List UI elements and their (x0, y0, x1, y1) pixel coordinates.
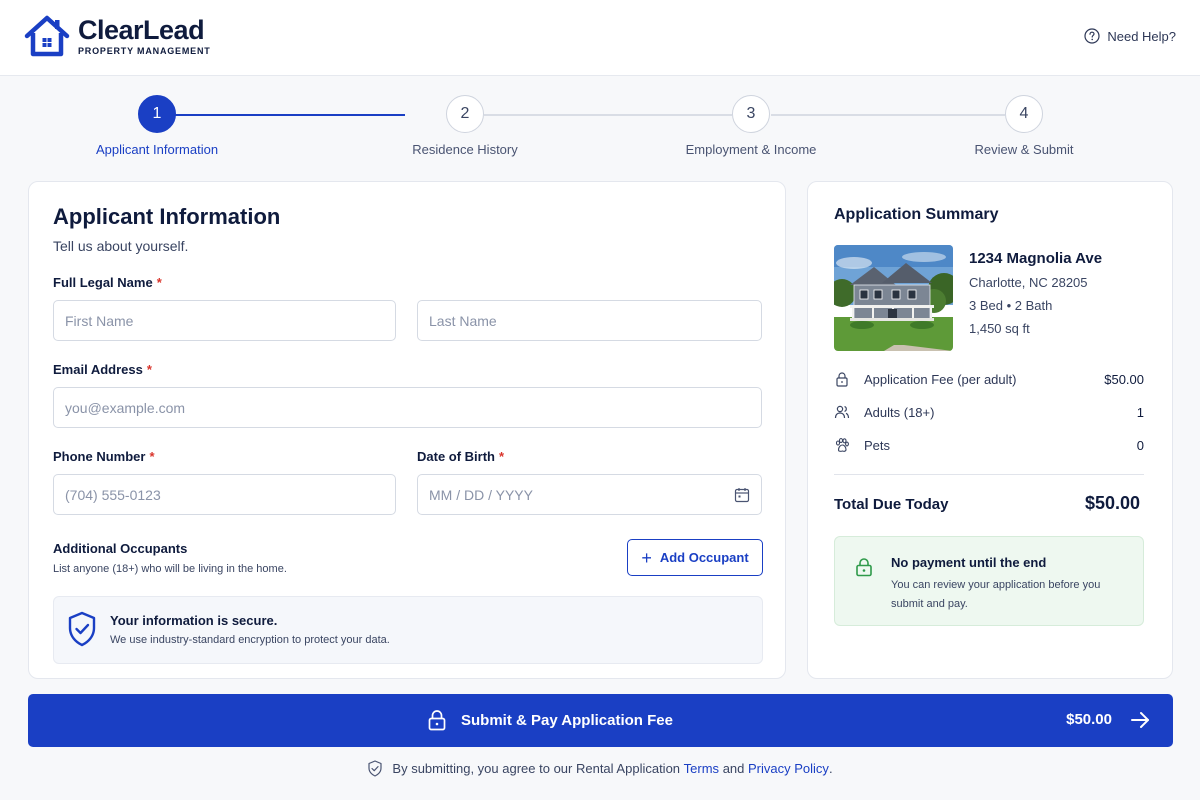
top-header: ClearLead PROPERTY MANAGEMENT Need Help? (0, 0, 1200, 76)
plus-icon: + (641, 547, 652, 568)
arrow-right-icon (1131, 712, 1149, 728)
terms-link[interactable]: Terms (684, 761, 719, 776)
dob-label: Date of Birth * (417, 449, 504, 464)
submit-pay-button[interactable]: Submit & Pay Application Fee $50.00 (28, 694, 1173, 747)
people-icon (834, 405, 850, 419)
form-subtitle: Tell us about yourself. (53, 238, 189, 254)
terms-and: and (722, 761, 745, 776)
terms-suffix: . (828, 761, 833, 776)
property-address: 1234 Magnolia Ave (969, 250, 1103, 267)
property-city: Charlotte, NC 28205 (969, 275, 1088, 290)
required-mark: * (156, 275, 162, 290)
step-number: 3 (732, 95, 770, 133)
lock-open-icon (856, 558, 872, 577)
no-payment-notice: No payment until the end You can review … (834, 536, 1144, 626)
summary-row-pets: Pets 0 (834, 435, 1144, 455)
submit-amount: $50.00 (1066, 711, 1112, 728)
step-number: 4 (1005, 95, 1043, 133)
shield-check-icon (368, 760, 383, 777)
step-employment-income[interactable]: 3 Employment & Income (651, 95, 851, 157)
security-subtitle: We use industry-standard encryption to p… (110, 634, 390, 646)
brand-subtitle: PROPERTY MANAGEMENT (78, 46, 211, 56)
step-review-submit[interactable]: 4 Review & Submit (924, 95, 1124, 157)
step-residence-history[interactable]: 2 Residence History (365, 95, 565, 157)
summary-row-label: Application Fee (per adult) (864, 371, 1017, 387)
property-beds-baths: 3 Bed • 2 Bath (969, 298, 1053, 313)
step-label: Review & Submit (974, 142, 1074, 157)
calendar-icon[interactable] (734, 487, 750, 503)
terms-prefix: By submitting, you agree to our Rental A… (392, 761, 681, 776)
security-notice: Your information is secure. We use indus… (53, 596, 763, 664)
progress-stepper: 1 Applicant Information 2 Residence Hist… (0, 76, 1200, 180)
need-help-label: Need Help? (1107, 28, 1176, 44)
paw-icon (835, 437, 849, 452)
required-mark: * (146, 362, 152, 377)
total-due-label: Total Due Today (834, 496, 949, 513)
last-name-input[interactable] (417, 300, 762, 341)
property-size: 1,450 sq ft (969, 321, 1030, 336)
email-label-text: Email Address (53, 362, 143, 377)
summary-divider (834, 474, 1144, 475)
property-photo (834, 245, 953, 351)
phone-label: Phone Number * (53, 449, 155, 464)
brand-logo[interactable]: ClearLead PROPERTY MANAGEMENT (24, 14, 211, 58)
privacy-policy-link[interactable]: Privacy Policy (748, 761, 829, 776)
step-number: 2 (446, 95, 484, 133)
house-logo-icon (24, 15, 70, 57)
required-mark: * (499, 449, 505, 464)
email-input[interactable] (53, 387, 762, 428)
required-mark: * (149, 449, 155, 464)
additional-occupants-title: Additional Occupants (53, 541, 188, 556)
summary-title: Application Summary (834, 206, 999, 223)
house-photo-illustration (834, 245, 953, 351)
summary-row-value: 0 (1136, 437, 1144, 453)
brand-name: ClearLead (78, 15, 205, 45)
dob-label-text: Date of Birth (417, 449, 495, 464)
step-label: Applicant Information (95, 142, 219, 157)
full-name-label: Full Legal Name * (53, 275, 162, 290)
phone-label-text: Phone Number (53, 449, 146, 464)
add-occupant-label: Add Occupant (659, 550, 749, 565)
step-applicant-information[interactable]: 1 Applicant Information (57, 95, 257, 157)
step-label: Employment & Income (685, 142, 817, 157)
summary-row-value: $50.00 (1104, 371, 1144, 387)
summary-row-label: Adults (18+) (864, 404, 935, 420)
phone-input[interactable] (53, 474, 396, 515)
full-name-label-text: Full Legal Name (53, 275, 153, 290)
first-name-input[interactable] (53, 300, 396, 341)
form-title: Applicant Information (53, 204, 281, 229)
application-summary-card: Application Summary 1234 Magnolia Ave Ch… (807, 181, 1173, 679)
step-label: Residence History (412, 142, 518, 157)
applicant-form-card: Applicant Information Tell us about your… (28, 181, 786, 679)
no-payment-title: No payment until the end (891, 555, 1047, 570)
shield-check-icon (68, 611, 96, 647)
date-of-birth-input[interactable] (417, 474, 762, 515)
summary-row-label: Pets (864, 437, 891, 453)
question-circle-icon (1084, 28, 1100, 44)
summary-row-adults: Adults (18+) 1 (834, 402, 1144, 422)
lock-icon (836, 372, 848, 387)
security-title: Your information is secure. (110, 613, 278, 628)
terms-footer: By submitting, you agree to our Rental A… (0, 760, 1200, 777)
summary-row-application-fee: Application Fee (per adult) $50.00 (834, 369, 1144, 389)
lock-icon (428, 710, 446, 731)
summary-row-value: 1 (1136, 404, 1144, 420)
submit-label: Submit & Pay Application Fee (461, 711, 673, 729)
add-occupant-button[interactable]: + Add Occupant (627, 539, 763, 576)
step-number: 1 (138, 95, 176, 133)
additional-occupants-subtitle: List anyone (18+) who will be living in … (53, 563, 287, 575)
total-due-value: $50.00 (1084, 493, 1140, 513)
need-help-link[interactable]: Need Help? (1084, 28, 1176, 44)
email-label: Email Address * (53, 362, 152, 377)
no-payment-text: You can review your application before y… (891, 579, 1101, 610)
